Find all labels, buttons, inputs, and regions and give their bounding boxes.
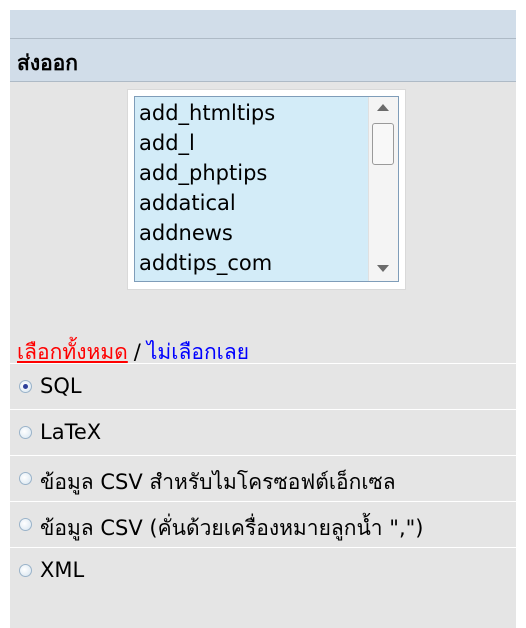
- table-option[interactable]: add_phptips: [139, 157, 267, 190]
- radio-button[interactable]: [19, 426, 32, 439]
- scroll-down-arrow-icon[interactable]: [377, 265, 389, 272]
- format-label-sql: SQL: [40, 374, 82, 398]
- table-option[interactable]: add_htmltips: [139, 97, 275, 130]
- link-separator: /: [133, 340, 141, 364]
- table-option[interactable]: addnews: [139, 217, 233, 250]
- select-all-link[interactable]: เลือกทั้งหมด: [17, 340, 128, 364]
- radio-button-checked[interactable]: [19, 380, 32, 393]
- radio-button[interactable]: [19, 518, 32, 531]
- radio-button[interactable]: [19, 564, 32, 577]
- table-option[interactable]: add_l: [139, 127, 195, 160]
- radio-button[interactable]: [19, 472, 32, 485]
- scroll-thumb[interactable]: [372, 123, 394, 165]
- format-label-latex: LaTeX: [40, 420, 102, 444]
- export-panel: ส่งออก add_htmltips add_l add_phptips ad…: [10, 10, 516, 628]
- export-header: ส่งออก: [10, 38, 516, 82]
- format-option-csv[interactable]: ข้อมูล CSV (คั่นด้วยเครื่องหมายลูกน้ำ ",…: [10, 501, 516, 547]
- export-title: ส่งออก: [17, 51, 79, 75]
- select-none-link[interactable]: ไม่เลือกเลย: [147, 340, 249, 364]
- format-label-xml: XML: [40, 558, 85, 582]
- table-option[interactable]: addtips_com: [139, 247, 272, 280]
- format-label-csv: ข้อมูล CSV (คั่นด้วยเครื่องหมายลูกน้ำ ",…: [40, 516, 424, 540]
- scroll-up-arrow-icon[interactable]: [377, 104, 389, 111]
- table-select-frame: add_htmltips add_l add_phptips addatical…: [127, 89, 406, 290]
- top-strip: [10, 10, 516, 38]
- format-option-latex[interactable]: LaTeX: [10, 409, 516, 455]
- format-option-sql[interactable]: SQL: [10, 363, 516, 409]
- table-select-list[interactable]: add_htmltips add_l add_phptips addatical…: [134, 96, 399, 282]
- format-option-xml[interactable]: XML: [10, 547, 516, 593]
- table-option[interactable]: addatical: [139, 187, 236, 220]
- format-option-csv-excel[interactable]: ข้อมูล CSV สำหรับไมโครซอฟต์เอ็กเซล: [10, 455, 516, 501]
- list-scrollbar[interactable]: [368, 97, 398, 281]
- format-label-csv-excel: ข้อมูล CSV สำหรับไมโครซอฟต์เอ็กเซล: [40, 470, 396, 494]
